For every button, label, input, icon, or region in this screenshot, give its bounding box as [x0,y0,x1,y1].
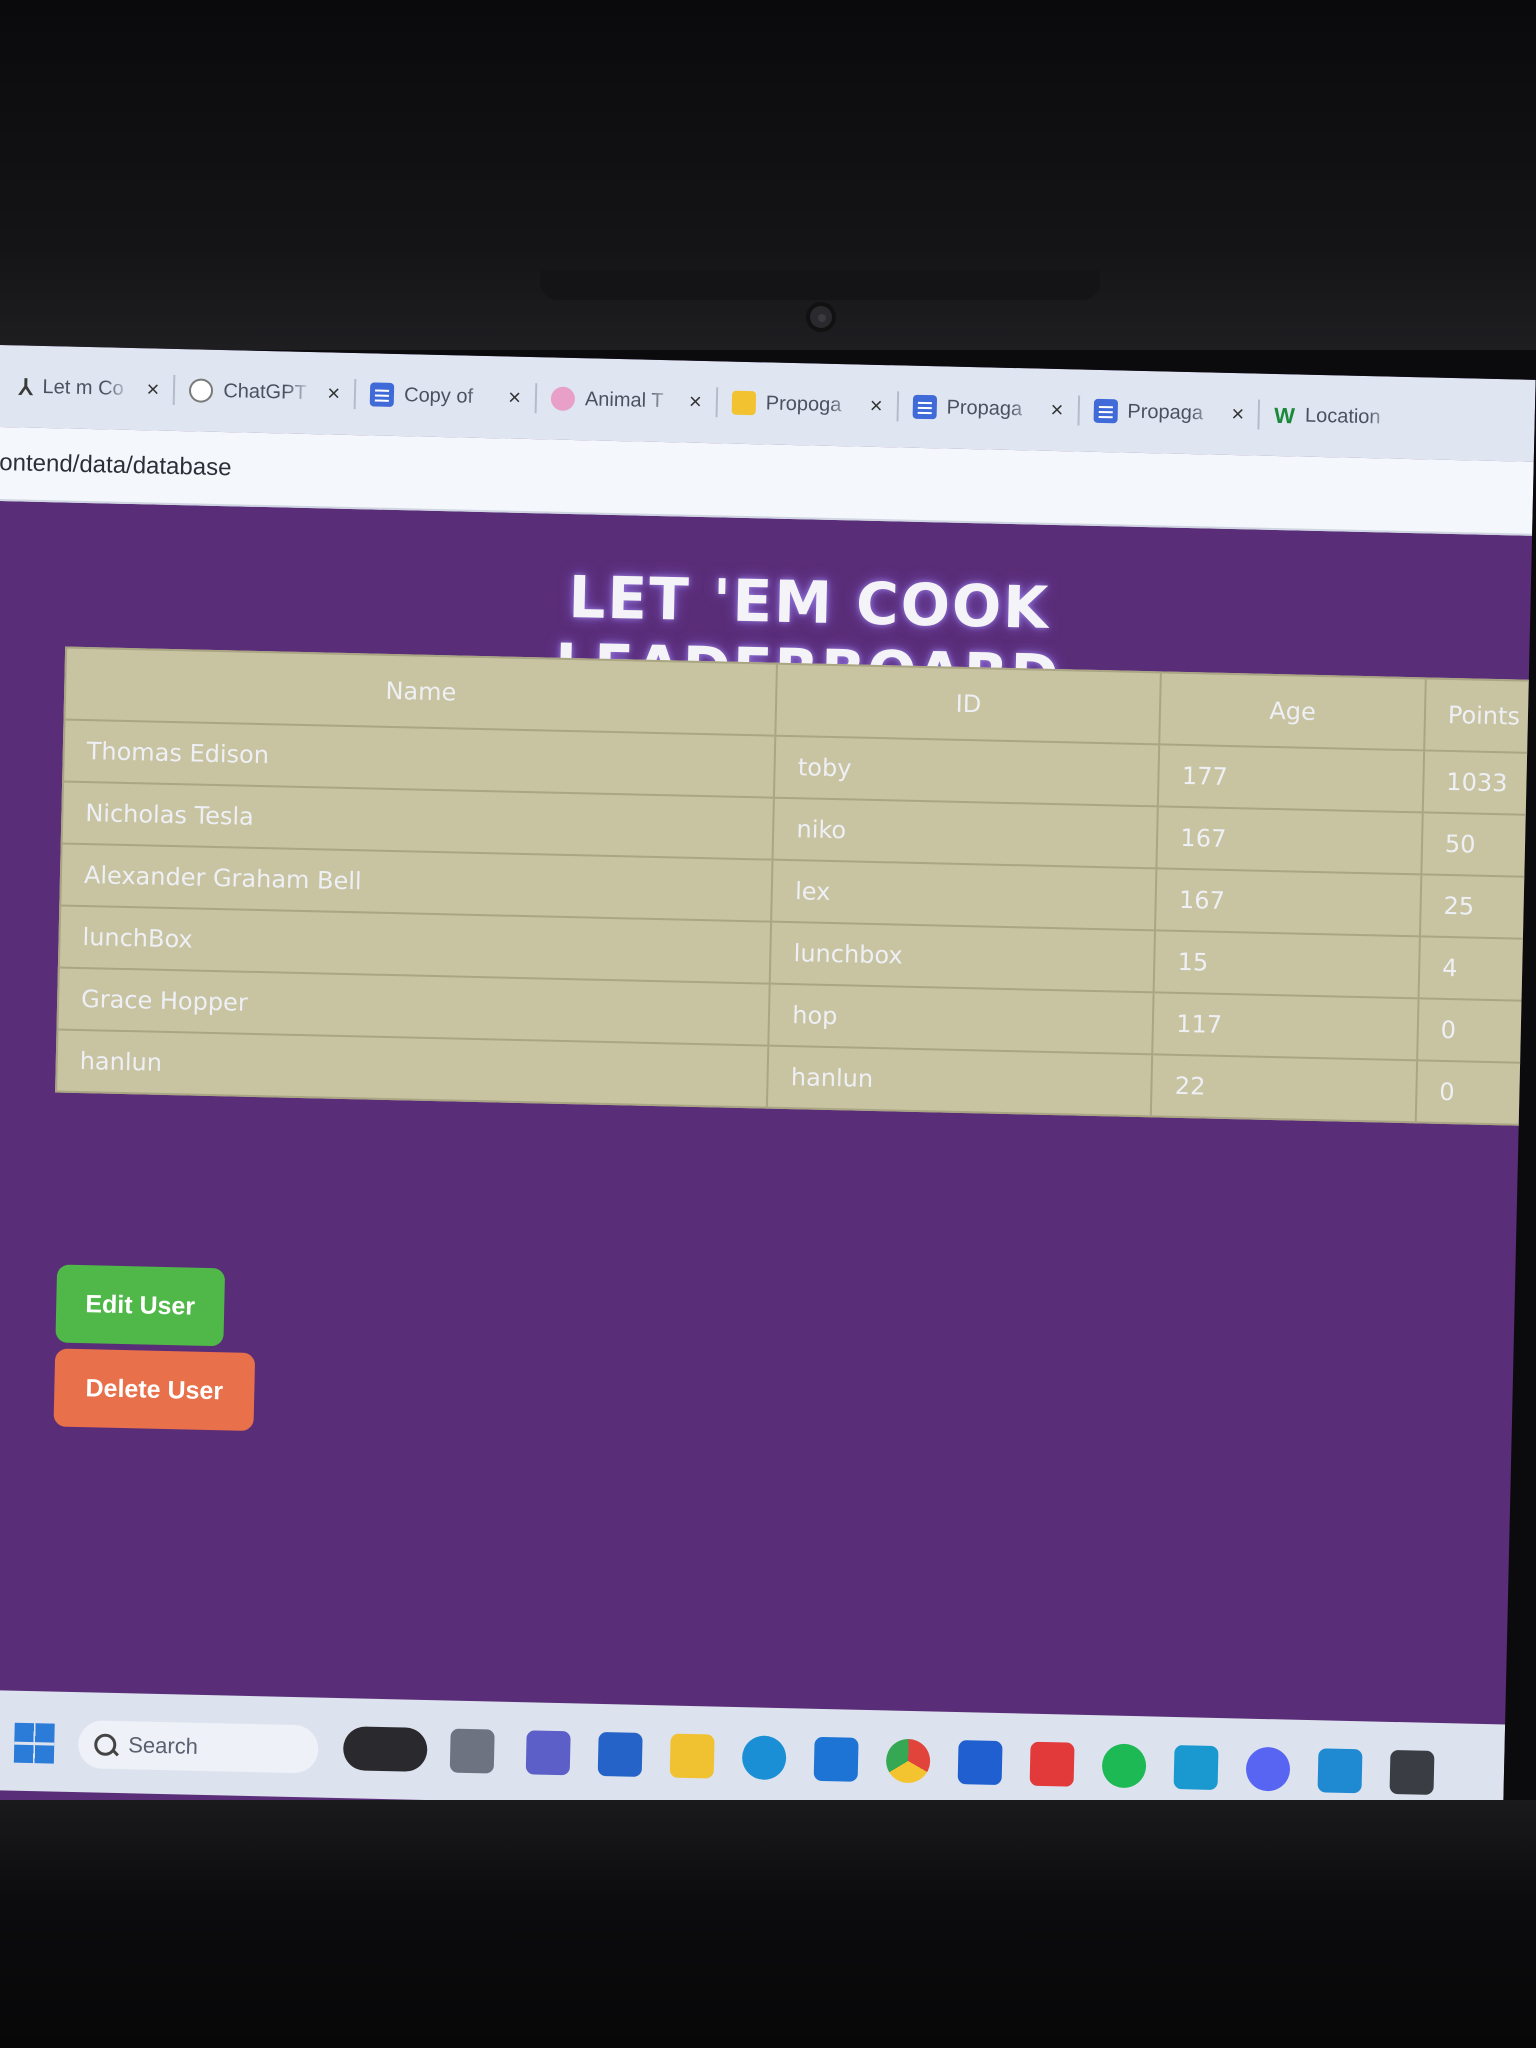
tab-label: Propoga [765,391,842,416]
tab-close-icon[interactable]: × [146,376,159,402]
wiki-icon: W [1273,402,1296,429]
cell-points: 1033 [1422,750,1536,816]
laptop-bezel-bottom [0,1800,1536,2048]
leaderboard-table: Name ID Age Points Thomas Edison toby 17… [55,646,1536,1127]
lenovo-icon[interactable] [957,1740,1003,1786]
cell-age: 177 [1158,744,1425,813]
cell-id: lex [771,859,1157,931]
lm-icon: ⅄ [18,374,33,400]
tab-chatgpt[interactable]: ChatGPT × [175,362,355,422]
tab-label: Copy of [403,383,474,408]
cell-age: 22 [1151,1054,1418,1123]
tab-close-icon[interactable]: × [1050,397,1063,423]
laptop-bezel-top [0,0,1536,350]
cell-points: 4 [1418,936,1536,1002]
doc-icon [369,382,395,407]
cell-points: 50 [1421,812,1536,878]
mcafee-icon[interactable] [1029,1741,1075,1787]
bezel-notch [540,270,1100,300]
tab-propaga-doc-2[interactable]: Propaga × [1079,383,1259,443]
cell-age: 15 [1153,930,1420,999]
animal-icon [550,386,576,412]
laptop-screen: ⅄ Let m Co × ChatGPT × Copy of × Animal … [0,345,1536,1905]
cell-points: 0 [1417,998,1536,1064]
app-icon[interactable] [813,1736,859,1782]
edge-icon[interactable] [741,1735,787,1781]
tab-label: Propaga [946,395,1023,420]
tab-label: Animal T [584,387,664,412]
edit-user-button[interactable]: Edit User [55,1264,226,1347]
copilot-icon[interactable] [342,1726,428,1773]
slides-icon [731,390,757,416]
tab-label: Location [1304,404,1381,428]
file-explorer-icon[interactable] [669,1733,715,1779]
tab-let-m-cook[interactable]: ⅄ Let m Co × [4,358,174,418]
tab-label: ChatGPT [223,379,307,404]
prime-video-icon[interactable] [1173,1745,1219,1790]
windows-start-icon[interactable] [13,1722,55,1764]
task-view-icon[interactable] [449,1728,495,1774]
column-header-points[interactable]: Points [1424,678,1536,754]
tab-label: Let m Co [42,375,124,400]
terminal-icon[interactable] [1389,1749,1435,1795]
doc-icon [912,394,937,420]
tab-copy-of[interactable]: Copy of × [356,366,536,426]
delete-user-button[interactable]: Delete User [53,1348,256,1432]
tab-close-icon[interactable]: × [327,380,340,406]
store-icon[interactable] [597,1731,643,1777]
webcam [806,302,836,332]
tab-close-icon[interactable]: × [1231,401,1244,427]
cell-age: 117 [1152,992,1419,1061]
chrome-icon[interactable] [885,1738,931,1784]
cell-age: 167 [1155,868,1422,937]
tab-propoga-slides[interactable]: Propoga × [717,374,897,434]
column-header-id[interactable]: ID [775,663,1162,745]
spotify-icon[interactable] [1101,1743,1147,1789]
vscode-icon[interactable] [1317,1748,1363,1794]
cell-points: 25 [1419,874,1536,940]
cell-id: hop [768,983,1154,1055]
taskbar-search[interactable]: Search [77,1720,319,1774]
search-placeholder: Search [127,1732,199,1759]
tab-label: Propaga [1127,400,1204,424]
tab-close-icon[interactable]: × [869,393,882,419]
cell-id: toby [774,735,1160,807]
tab-animal[interactable]: Animal T × [536,370,716,430]
search-icon [94,1733,117,1756]
column-header-age[interactable]: Age [1159,672,1426,751]
cell-age: 167 [1156,806,1423,875]
tab-close-icon[interactable]: × [508,385,521,411]
doc-icon [1093,398,1118,424]
chatgpt-icon [189,378,214,403]
cell-id: niko [772,797,1159,869]
cell-id: hanlun [767,1045,1153,1117]
teams-icon[interactable] [525,1730,571,1776]
cell-id: lunchbox [770,921,1156,993]
cell-points: 0 [1415,1060,1536,1125]
url-text: ontend/data/database [0,449,232,482]
discord-icon[interactable] [1245,1746,1291,1792]
tab-location[interactable]: W Location [1260,387,1410,446]
tab-close-icon[interactable]: × [689,389,702,415]
tab-propaga-doc-1[interactable]: Propaga × [898,378,1078,438]
